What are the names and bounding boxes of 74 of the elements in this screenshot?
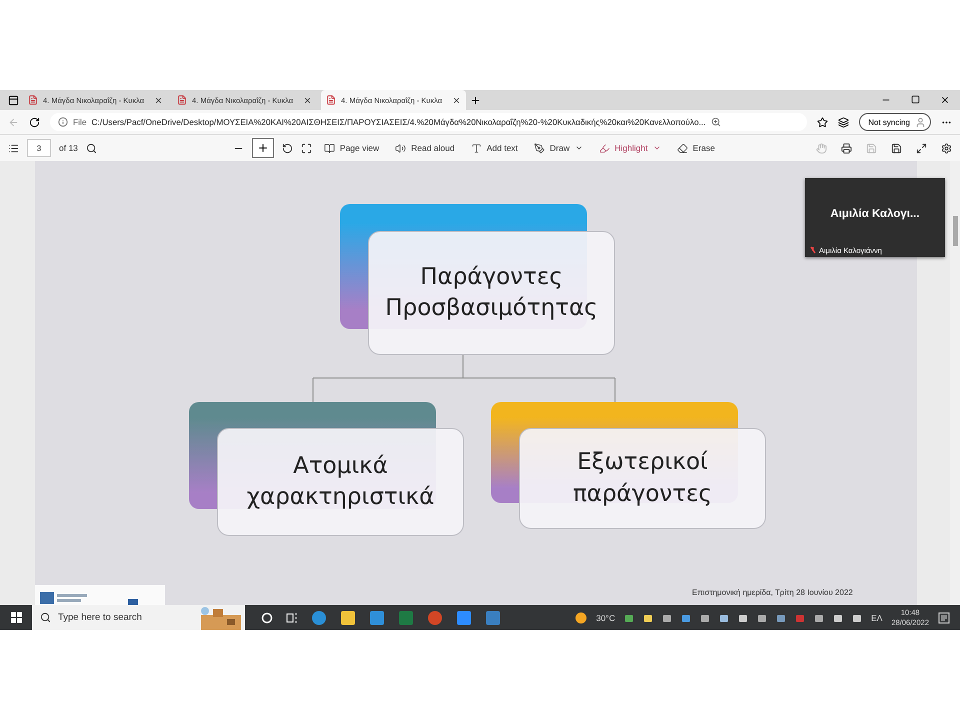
search-icon: [40, 612, 51, 623]
plus-icon: [256, 142, 269, 154]
toolbar-button[interactable]: Draw: [530, 140, 587, 156]
favorite-icon[interactable]: [817, 116, 828, 128]
task-view-icon[interactable]: [286, 612, 298, 624]
taskbar-search[interactable]: Type here to search: [32, 605, 245, 630]
toolbar-button[interactable]: Erase: [672, 140, 719, 156]
tray-icon[interactable]: [776, 612, 786, 622]
tray-icon[interactable]: [833, 612, 844, 622]
pen-icon: [534, 142, 545, 154]
caret-icon: [574, 144, 583, 152]
avatar-icon: [915, 116, 926, 128]
search-placeholder: Type here to search: [58, 612, 142, 623]
caret-icon: [652, 144, 661, 152]
pdf-icon: [28, 95, 38, 105]
save-as-icon[interactable]: [891, 142, 902, 154]
toolbar-button[interactable]: Page view: [320, 140, 384, 156]
fullscreen-icon[interactable]: [916, 142, 927, 154]
speaker-icon: [395, 142, 406, 154]
slide-footer: Επιστημονική ημερίδα, Τρίτη 28 Ιουνίου 2022: [692, 588, 853, 597]
language-indicator[interactable]: ΕΛ: [871, 612, 882, 622]
file-label: File: [73, 117, 86, 127]
node-label: Παράγοντες Προσβασιμότητας: [368, 231, 615, 355]
pdf-icon: [326, 95, 336, 105]
address-bar[interactable]: File C:/Users/Pacf/OneDrive/Desktop/ΜΟΥΣΕΙΑ%20ΚΑΙ%20ΑΙΣΘΗΣΕΙΣ/ΠΑΡΟΥΣΙΑΣΕΙΣ/4.%20Μάγδα%20Νικολαραΐζη%20-%20Κυκλαδικής%20και%20Κανελλοπούλο...: [50, 113, 808, 131]
notifications-icon[interactable]: [938, 612, 950, 624]
page-field[interactable]: 3: [27, 139, 51, 157]
close-icon[interactable]: [452, 96, 461, 104]
tray-icon[interactable]: [624, 612, 634, 622]
url-text: C:/Users/Pacf/OneDrive/Desktop/ΜΟΥΣΕΙΑ%20ΚΑΙ%20ΑΙΣΘΗΣΕΙΣ/ΠΑΡΟΥΣΙΑΣΕΙΣ/4.%20Μάγδα%20Νικολαραΐζη%20-%20Κυκλαδικής%20και%20Κανελλοπούλο...: [92, 117, 706, 127]
info-icon: [58, 117, 68, 127]
tray-icon[interactable]: [681, 612, 692, 622]
tray-icon[interactable]: [757, 612, 768, 622]
zoom-in-button[interactable]: [252, 138, 274, 158]
sun-icon[interactable]: [575, 612, 588, 624]
toolbar-button[interactable]: Highlight: [594, 140, 665, 156]
close-icon[interactable]: [940, 95, 950, 105]
page-count: of 13: [59, 143, 78, 153]
toolbar-button[interactable]: Read aloud: [391, 140, 459, 156]
tray-icon[interactable]: [738, 612, 748, 622]
rotate-icon[interactable]: [282, 142, 293, 154]
tab-actions-icon[interactable]: [8, 94, 19, 106]
zoom-icon[interactable]: [710, 117, 721, 127]
scrollbar[interactable]: [950, 161, 960, 605]
tray-icon[interactable]: [662, 612, 672, 622]
search-icon[interactable]: [86, 142, 97, 154]
cortana-icon[interactable]: [261, 612, 273, 624]
tray-icon[interactable]: [814, 612, 824, 622]
fit-icon[interactable]: [300, 142, 312, 154]
settings-icon[interactable]: [941, 142, 952, 154]
pdf-icon: [177, 95, 187, 105]
tray-icon[interactable]: [719, 612, 730, 622]
highlighter-icon: [598, 142, 610, 154]
new-tab-icon[interactable]: [470, 94, 481, 106]
maximize-icon[interactable]: [911, 95, 920, 104]
book-icon: [324, 142, 335, 154]
tray-icon[interactable]: [852, 612, 862, 622]
node-label: Εξωτερικοί παράγοντες: [519, 428, 766, 529]
eraser-icon: [676, 142, 688, 154]
participant-title: Αιμιλία Καλογι...: [829, 208, 921, 220]
text-icon: [470, 142, 482, 154]
toolbar-button[interactable]: Add text: [466, 140, 522, 156]
refresh-icon[interactable]: [29, 116, 40, 128]
tray-icon[interactable]: [643, 612, 654, 622]
print-icon[interactable]: [841, 142, 852, 154]
node-label: Ατομικά χαρακτηριστικά: [217, 428, 464, 536]
tray-icon[interactable]: [700, 612, 710, 622]
collections-icon[interactable]: [838, 116, 850, 128]
weather-temperature[interactable]: 30°C: [596, 612, 616, 622]
close-icon[interactable]: [154, 96, 163, 104]
windows-icon[interactable]: [10, 612, 22, 623]
profile-button[interactable]: Not syncing: [859, 113, 931, 131]
contents-icon[interactable]: [8, 142, 19, 154]
close-icon[interactable]: [303, 96, 312, 104]
